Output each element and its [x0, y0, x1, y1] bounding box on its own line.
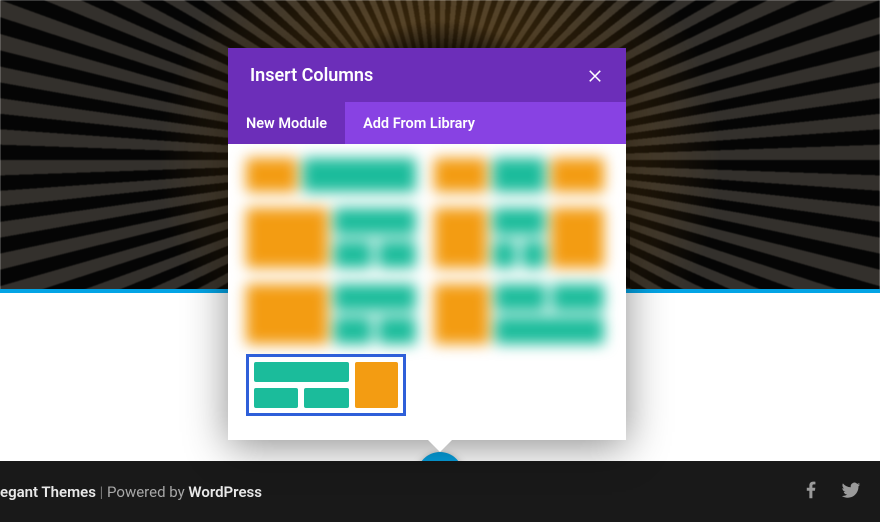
- close-icon[interactable]: [586, 66, 604, 84]
- footer-social: [800, 479, 862, 505]
- tab-new-module[interactable]: New Module: [228, 102, 345, 144]
- column-layout-option[interactable]: [434, 284, 604, 344]
- column-layout-option[interactable]: [246, 208, 416, 268]
- tab-label: New Module: [246, 115, 327, 132]
- column-layout-option[interactable]: [434, 208, 604, 268]
- column-layout-option[interactable]: [246, 284, 416, 344]
- modal-body: [228, 144, 626, 440]
- insert-columns-modal: Insert Columns New Module Add From Libra…: [228, 48, 626, 440]
- modal-header: Insert Columns: [228, 48, 626, 102]
- tab-label: Add From Library: [363, 115, 475, 132]
- footer: egant Themes | Powered by WordPress: [0, 461, 880, 522]
- column-layout-option[interactable]: [434, 158, 604, 192]
- layout-grid-blurred: [246, 156, 608, 344]
- facebook-icon[interactable]: [800, 479, 822, 505]
- modal-title: Insert Columns: [250, 65, 373, 86]
- modal-tabs: New Module Add From Library: [228, 102, 626, 144]
- footer-credits: egant Themes | Powered by WordPress: [0, 483, 262, 501]
- twitter-icon[interactable]: [840, 479, 862, 505]
- footer-powered-name: WordPress: [188, 483, 262, 501]
- footer-brand: egant Themes: [0, 483, 96, 501]
- modal-pointer: [428, 440, 452, 452]
- footer-powered-prefix: Powered by: [107, 483, 188, 501]
- footer-sep: |: [96, 483, 107, 501]
- column-layout-option[interactable]: [246, 158, 416, 192]
- column-layout-option-highlighted[interactable]: [246, 354, 406, 416]
- tab-add-from-library[interactable]: Add From Library: [345, 102, 493, 144]
